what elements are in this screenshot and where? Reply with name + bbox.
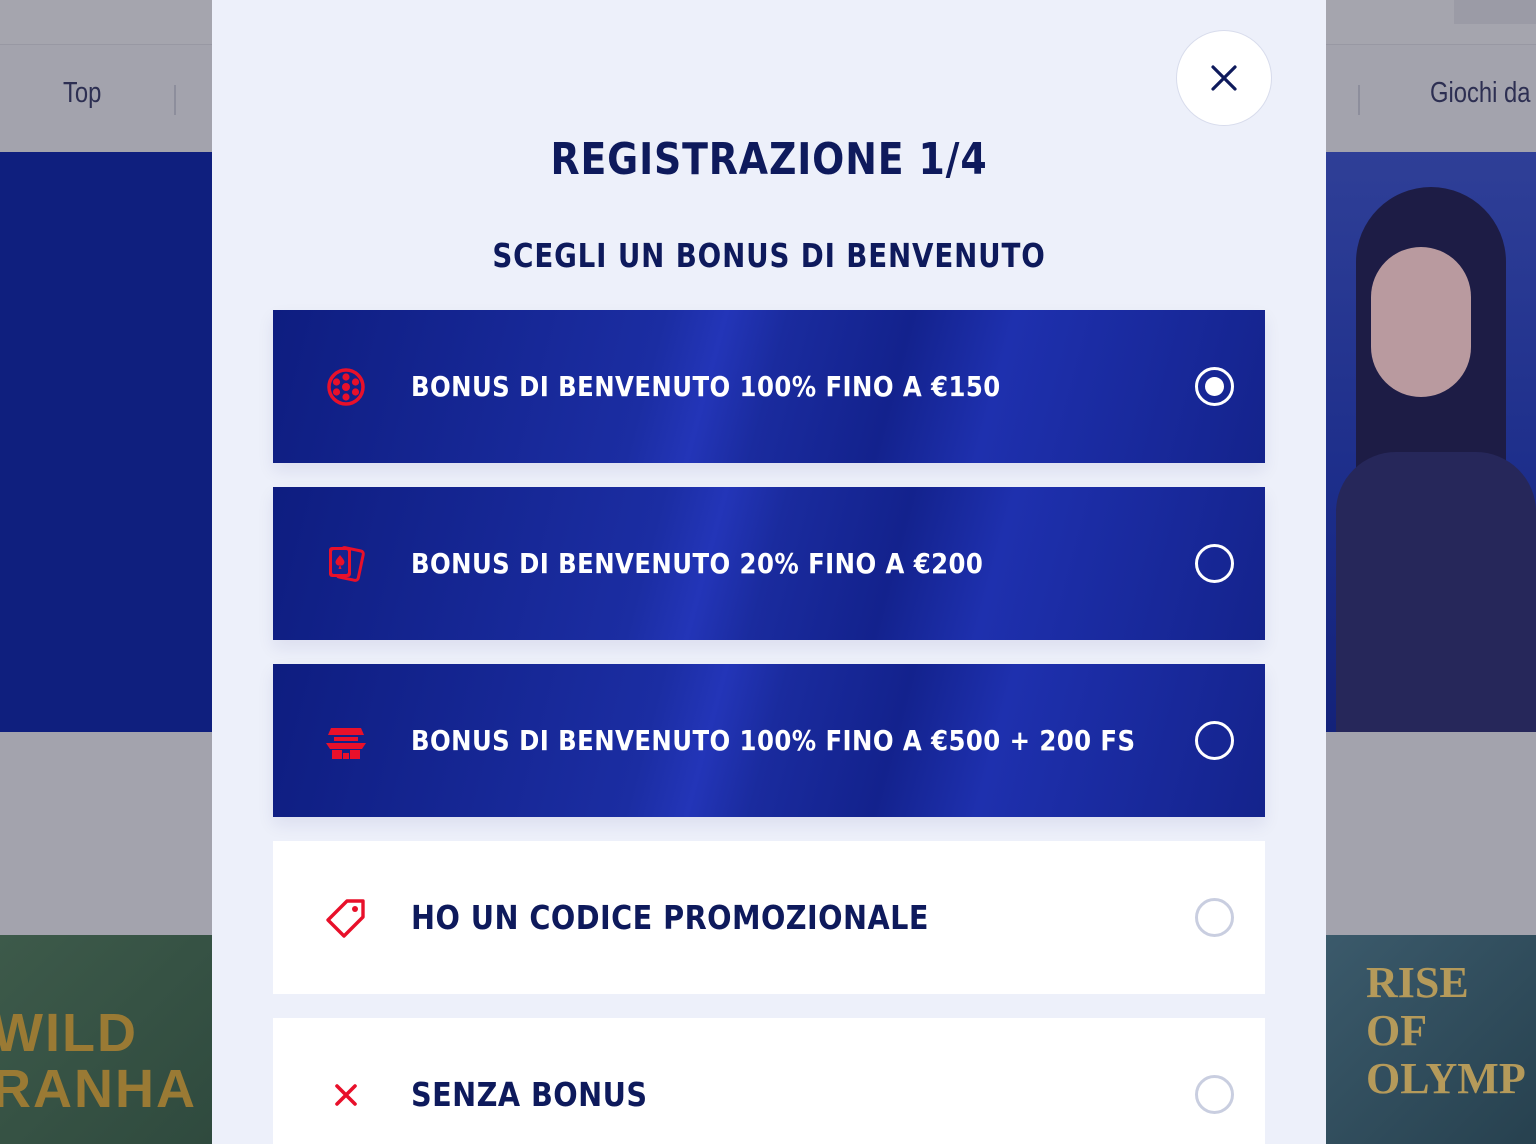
bonus-option-20-200[interactable]: BONUS DI BENVENUTO 20% FINO A €200 <box>273 487 1265 640</box>
background-corner-box <box>1454 0 1536 24</box>
promo-code-label: HO UN CODICE PROMOZIONALE <box>411 898 929 937</box>
hero-dealer-image <box>1326 152 1536 732</box>
radio-button[interactable] <box>1195 721 1234 760</box>
nav-item-top: Top <box>63 77 102 109</box>
bonus-option-label: BONUS DI BENVENUTO 100% FINO A €150 <box>411 370 1001 403</box>
game-tile-rise-of-olympus: RISE OF OLYMP <box>1326 935 1536 1144</box>
pagoda-icon <box>326 728 366 759</box>
roulette-wheel-icon <box>327 368 365 406</box>
registration-modal: REGISTRAZIONE 1/4 SCEGLI UN BONUS DI BEN… <box>212 0 1326 1144</box>
bonus-option-100-150[interactable]: BONUS DI BENVENUTO 100% FINO A €150 <box>273 310 1265 463</box>
game-tile-logo-text: WILD RANHA <box>0 1003 197 1119</box>
radio-button[interactable] <box>1195 1075 1234 1114</box>
nav-separator <box>1358 85 1360 115</box>
x-mark-icon <box>335 1084 357 1106</box>
radio-button[interactable] <box>1195 544 1234 583</box>
game-tile-logo-text: RISE OF OLYMP <box>1366 958 1526 1103</box>
no-bonus-label: SENZA BONUS <box>411 1075 648 1114</box>
bonus-option-label: BONUS DI BENVENUTO 100% FINO A €500 + 20… <box>411 724 1136 757</box>
modal-title: REGISTRAZIONE 1/4 <box>550 134 988 185</box>
nav-separator <box>174 85 176 115</box>
bonus-option-100-500-fs[interactable]: BONUS DI BENVENUTO 100% FINO A €500 + 20… <box>273 664 1265 817</box>
radio-button[interactable] <box>1195 898 1234 937</box>
game-tile-wild-piranha: WILD RANHA <box>0 935 212 1144</box>
no-bonus-option[interactable]: SENZA BONUS <box>273 1018 1265 1144</box>
radio-button-selected[interactable] <box>1195 367 1234 406</box>
close-icon <box>1211 65 1237 91</box>
price-tag-icon <box>326 899 365 938</box>
bonus-option-label: BONUS DI BENVENUTO 20% FINO A €200 <box>411 547 984 580</box>
modal-subtitle: SCEGLI UN BONUS DI BENVENUTO <box>492 236 1046 275</box>
nav-item-giochi: Giochi da <box>1430 77 1531 109</box>
close-button[interactable] <box>1176 30 1272 126</box>
promo-code-option[interactable]: HO UN CODICE PROMOZIONALE <box>273 841 1265 994</box>
radio-dot <box>1205 377 1224 396</box>
playing-cards-icon <box>329 546 365 582</box>
